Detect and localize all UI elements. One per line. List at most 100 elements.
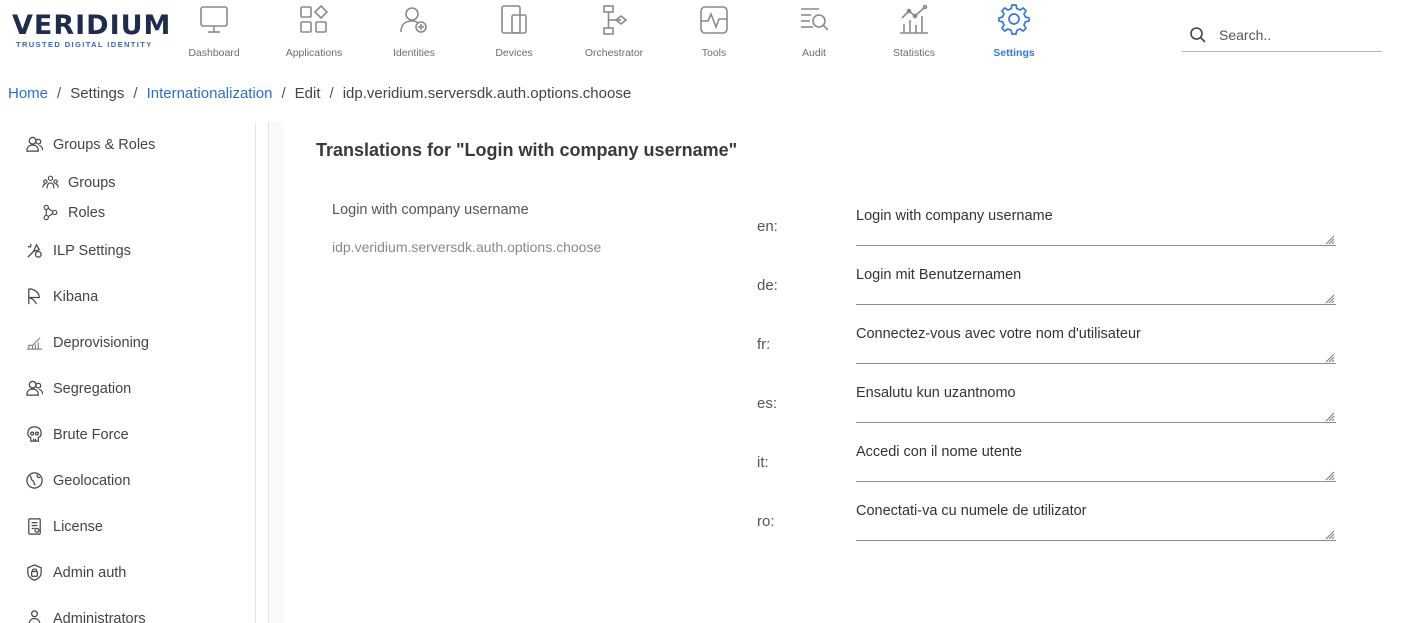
ilp-settings-icon [27, 243, 42, 258]
nav-audit[interactable]: Audit [764, 0, 864, 66]
translation-field-es[interactable] [856, 383, 1336, 423]
breadcrumb-separator: / [57, 85, 62, 102]
sidebar-item-administrators[interactable]: Administrators [25, 609, 146, 623]
nav-devices-label: Devices [495, 47, 533, 59]
segregation-icon [26, 380, 44, 396]
sidebar-item-label: Segregation [53, 380, 132, 397]
settings-sidebar: Groups & Roles Groups Roles ILP Settings… [6, 122, 256, 623]
sidebar-item-label: Geolocation [53, 472, 131, 489]
administrators-icon [28, 610, 41, 623]
translation-row-en: en: [285, 206, 1385, 258]
kibana-icon [28, 288, 40, 305]
statistics-chart-icon [900, 4, 928, 34]
nav-devices[interactable]: Devices [464, 0, 564, 66]
sidebar-item-license[interactable]: License [25, 517, 103, 536]
resize-handle-icon[interactable] [1325, 530, 1335, 540]
sidebar-item-segregation[interactable]: Segregation [25, 379, 131, 398]
nav-orchestrator-label: Orchestrator [584, 47, 644, 59]
page-title: Translations for "Login with company use… [316, 140, 738, 160]
nav-dashboard-label: Dashboard [188, 47, 240, 59]
gear-icon [998, 4, 1030, 35]
breadcrumb-settings: Settings [70, 85, 125, 102]
resize-handle-icon[interactable] [1325, 235, 1335, 245]
nav-dashboard[interactable]: Dashboard [164, 0, 264, 66]
breadcrumb-separator: / [133, 85, 138, 102]
sidebar-item-brute-force[interactable]: Brute Force [25, 425, 129, 444]
translation-row-es: es: [285, 383, 1385, 435]
sidebar-item-ilp-settings[interactable]: ILP Settings [25, 241, 131, 260]
translation-field-fr[interactable] [856, 324, 1336, 364]
breadcrumb: Home / Settings / Internationalization / Edit /… [8, 85, 631, 102]
lang-label-fr: fr: [757, 336, 771, 353]
nav-identities-label: Identities [392, 47, 436, 59]
logo-tagline: TRUSTED DIGITAL IDENTITY [16, 40, 153, 49]
logo-wordmark: VERIDIUM [12, 10, 172, 41]
sidebar-item-label: Groups [68, 174, 116, 191]
sidebar-scrollbar[interactable] [268, 122, 284, 623]
nav-orchestrator[interactable]: Orchestrator [564, 0, 664, 66]
nav-identities[interactable]: Identities [364, 0, 464, 66]
lang-label-en: en: [757, 218, 778, 235]
breadcrumb-internationalization[interactable]: Internationalization [147, 85, 273, 102]
sidebar-item-groups-roles[interactable]: Groups & Roles [25, 135, 155, 154]
sidebar-item-label: Admin auth [53, 564, 127, 581]
search-input[interactable] [1219, 26, 1379, 43]
breadcrumb-key: idp.veridium.serversdk.auth.options.choo… [342, 85, 632, 102]
sidebar-item-groups[interactable]: Groups [42, 174, 116, 191]
applications-grid-icon [300, 4, 329, 33]
license-icon [28, 518, 41, 535]
nav-tools-label: Tools [701, 47, 727, 59]
resize-handle-icon[interactable] [1325, 412, 1335, 422]
sidebar-item-label: Brute Force [53, 426, 129, 443]
sidebar-item-geolocation[interactable]: Geolocation [25, 471, 130, 490]
audit-search-icon [801, 8, 829, 31]
groups-icon [42, 175, 59, 189]
search-box [1182, 18, 1382, 52]
nav-applications[interactable]: Applications [264, 0, 364, 66]
nav-tools[interactable]: Tools [664, 0, 764, 66]
sidebar-item-label: Kibana [53, 288, 99, 305]
veridium-logo[interactable]: VERIDIUM TRUSTED DIGITAL IDENTITY [12, 10, 172, 50]
top-header: VERIDIUM TRUSTED DIGITAL IDENTITY Dashbo… [0, 0, 1407, 70]
search-icon[interactable] [1188, 25, 1208, 45]
translation-field-it[interactable] [856, 442, 1336, 482]
sidebar-item-kibana[interactable]: Kibana [25, 287, 98, 306]
sidebar-item-label: Roles [68, 204, 106, 221]
sidebar-item-admin-auth[interactable]: Admin auth [25, 563, 126, 582]
lang-label-de: de: [757, 277, 778, 294]
deprovisioning-icon [26, 337, 43, 350]
groups-roles-icon [26, 136, 44, 152]
main-nav: Dashboard Applications Identities Device… [164, 0, 1064, 66]
translation-field-ro[interactable] [856, 501, 1336, 541]
tools-pulse-icon [700, 6, 728, 34]
shield-lock-icon [27, 564, 42, 581]
translation-row-it: it: [285, 442, 1385, 494]
skull-icon [27, 426, 42, 442]
lang-label-es: es: [757, 395, 778, 412]
globe-icon [26, 472, 43, 489]
translation-row-fr: fr: [285, 324, 1385, 376]
resize-handle-icon[interactable] [1325, 471, 1335, 481]
sidebar-item-roles[interactable]: Roles [42, 204, 105, 221]
roles-icon [43, 204, 58, 221]
nav-settings[interactable]: Settings [964, 0, 1064, 66]
translation-field-de[interactable] [856, 265, 1336, 305]
sidebar-item-label: Deprovisioning [53, 334, 149, 351]
orchestrator-icon [603, 5, 628, 35]
devices-icon [501, 5, 527, 34]
breadcrumb-home[interactable]: Home [8, 85, 48, 102]
nav-statistics-label: Statistics [892, 47, 935, 59]
sidebar-item-label: Groups & Roles [53, 136, 156, 153]
resize-handle-icon[interactable] [1325, 294, 1335, 304]
nav-settings-label: Settings [993, 47, 1035, 59]
translation-row-de: de: [285, 265, 1385, 317]
sidebar-item-deprovisioning[interactable]: Deprovisioning [25, 333, 149, 352]
sidebar-item-label: License [53, 518, 103, 535]
breadcrumb-edit: Edit [294, 85, 321, 102]
nav-statistics[interactable]: Statistics [864, 0, 964, 66]
identities-user-icon [400, 7, 427, 33]
sidebar-item-label: Administrators [53, 610, 146, 623]
translation-field-en[interactable] [856, 206, 1336, 246]
translation-panel: Translations for "Login with company use… [285, 122, 1407, 623]
resize-handle-icon[interactable] [1325, 353, 1335, 363]
